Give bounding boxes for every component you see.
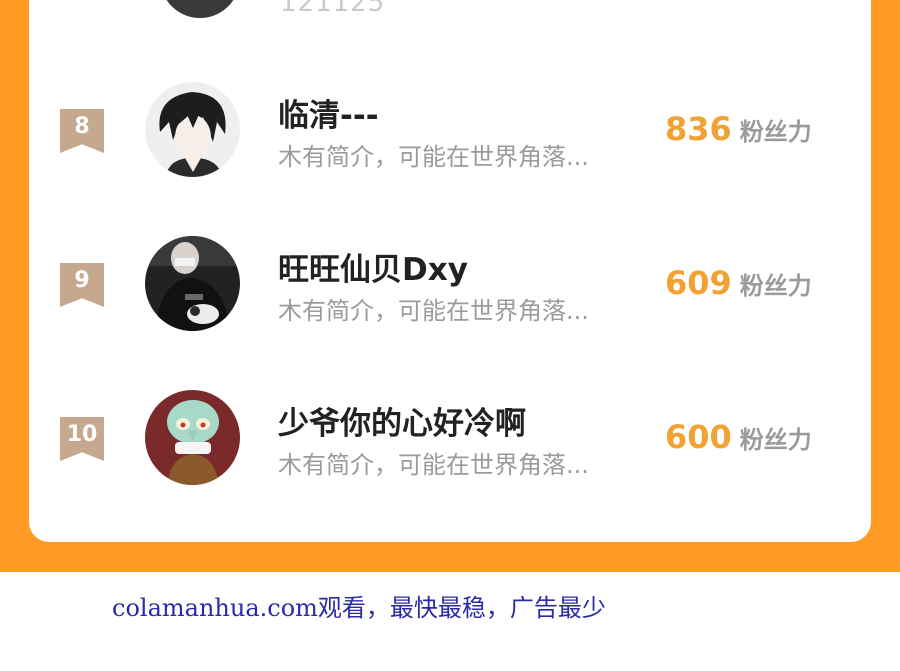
ranking-row[interactable]: 9 旺旺仙贝Dxy 木有简介，可能在世界角落... 609 粉丝力 [0, 236, 900, 336]
fans-number: 609 [665, 264, 732, 302]
anime-boy-avatar[interactable] [145, 82, 240, 177]
rank-badge: 9 [60, 263, 104, 307]
fans-score: 600 粉丝力 [665, 418, 812, 456]
user-name[interactable]: 旺旺仙贝Dxy [278, 244, 468, 289]
rank-badge: 8 [60, 109, 104, 153]
footer-watermark-link[interactable]: colamanhua.com观看，最快最稳，广告最少 [112, 588, 606, 623]
fans-label: 粉丝力 [739, 426, 812, 454]
rank-badge: 10 [60, 417, 104, 461]
fans-number: 836 [665, 110, 732, 148]
rank-number: 8 [74, 114, 90, 139]
user-name[interactable]: 临清--- [278, 90, 379, 135]
person-with-cat-avatar[interactable] [145, 236, 240, 331]
rank-number: 9 [74, 268, 90, 293]
squidward-avatar[interactable] [145, 390, 240, 485]
user-name[interactable]: 少爷你的心好冷啊 [278, 398, 526, 443]
fans-label: 粉丝力 [739, 272, 812, 300]
ranking-row[interactable]: 8 临清--- 木有简介，可能在世界角落... 836 粉丝力 [0, 82, 900, 182]
partial-fans-count: 121125 [280, 0, 386, 18]
user-bio: 木有简介，可能在世界角落... [278, 143, 589, 171]
fans-number: 600 [665, 418, 732, 456]
fans-score: 609 粉丝力 [665, 264, 812, 302]
fans-score: 836 粉丝力 [665, 110, 812, 148]
user-bio: 木有简介，可能在世界角落... [278, 451, 589, 479]
fans-label: 粉丝力 [739, 118, 812, 146]
user-bio: 木有简介，可能在世界角落... [278, 297, 589, 325]
rank-number: 10 [66, 422, 98, 447]
ranking-row[interactable]: 10 少爷你的心好冷啊 木有简介，可能在世界角落... 600 粉丝力 [0, 390, 900, 490]
